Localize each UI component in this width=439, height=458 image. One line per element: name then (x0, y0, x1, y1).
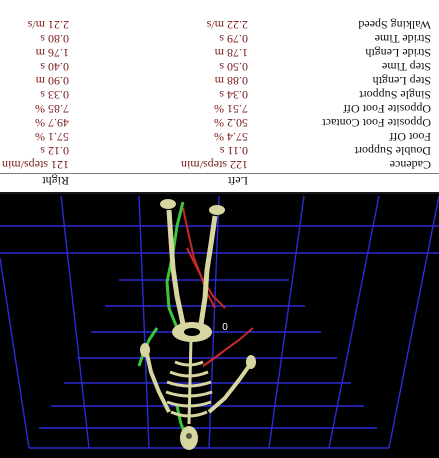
row-label: Stride Time (374, 32, 431, 46)
left-value: 122 steps/min (180, 158, 248, 172)
left-value: 1.78 m (214, 46, 248, 60)
row-cadence: Cadence 122 steps/min 121 steps/min (0, 158, 439, 172)
left-value: 50.2 % (214, 116, 248, 130)
skeleton-3d-viewport[interactable]: 0 (0, 192, 439, 458)
left-value: 0.50 s (219, 60, 248, 74)
marker-label: 0 (222, 322, 228, 333)
left-value: 0.11 s (219, 144, 248, 158)
right-value: 0.80 s (40, 32, 69, 46)
row-walking-speed: Walking Speed 2.22 m/s 2.21 m/s (0, 18, 439, 32)
row-opposite-foot-contact: Opposite Foot Contact 50.2 % 49.7 % (0, 116, 439, 130)
row-label: Stride Length (365, 46, 431, 60)
right-value: 7.85 % (35, 102, 69, 116)
right-value: 0.90 m (35, 74, 69, 88)
skeleton-scene: 0 (0, 195, 439, 450)
header-right: Right (42, 174, 69, 188)
right-value: 121 steps/min (1, 158, 69, 172)
row-label: Walking Speed (358, 18, 431, 32)
row-opposite-foot-off: Opposite Foot Off 7.51 % 7.85 % (0, 102, 439, 116)
left-value: 2.22 m/s (206, 18, 248, 32)
row-step-time: Step Time 0.50 s 0.40 s (0, 60, 439, 74)
floor-grid (0, 195, 439, 449)
row-foot-off: Foot Off 57.4 % 57.1 % (0, 130, 439, 144)
spine-and-ribs (165, 337, 213, 425)
marker-label-group: 0 (222, 322, 228, 333)
right-value: 49.7 % (35, 116, 69, 130)
row-label: Opposite Foot Off (343, 102, 431, 116)
right-value: 0.33 s (40, 88, 69, 102)
row-stride-time: Stride Time 0.79 s 0.80 s (0, 32, 439, 46)
gait-parameter-table: Left Right Cadence 122 steps/min 121 ste… (0, 0, 439, 190)
right-value: 2.21 m/s (27, 18, 69, 32)
left-value: 0.79 s (219, 32, 248, 46)
row-step-length: Step Length 0.88 m 0.90 m (0, 74, 439, 88)
skull (180, 426, 198, 450)
left-value: 0.34 s (219, 88, 248, 102)
row-label: Foot Off (389, 130, 431, 144)
row-label: Single Support (359, 88, 431, 102)
right-value: 0.40 s (40, 60, 69, 74)
left-value: 7.51 % (214, 102, 248, 116)
row-single-support: Single Support 0.34 s 0.33 s (0, 88, 439, 102)
row-label: Step Time (381, 60, 431, 74)
header-left: Left (228, 174, 248, 188)
left-value: 0.88 m (214, 74, 248, 88)
left-value: 57.4 % (214, 130, 248, 144)
right-value: 1.76 m (35, 46, 69, 60)
table-header: Left Right (0, 173, 439, 188)
skeleton (137, 199, 256, 450)
pelvis (172, 322, 212, 342)
gait-analysis-window: 0 Left Right Cadence 122 steps/min 121 s… (0, 0, 439, 458)
row-label: Step Length (372, 74, 431, 88)
right-value: 0.12 s (40, 144, 69, 158)
row-double-support: Double Support 0.11 s 0.12 s (0, 144, 439, 158)
row-stride-length: Stride Length 1.78 m 1.76 m (0, 46, 439, 60)
row-label: Double Support (354, 144, 431, 158)
row-label: Opposite Foot Contact (322, 116, 431, 130)
right-value: 57.1 % (35, 130, 69, 144)
row-label: Cadence (389, 158, 431, 172)
